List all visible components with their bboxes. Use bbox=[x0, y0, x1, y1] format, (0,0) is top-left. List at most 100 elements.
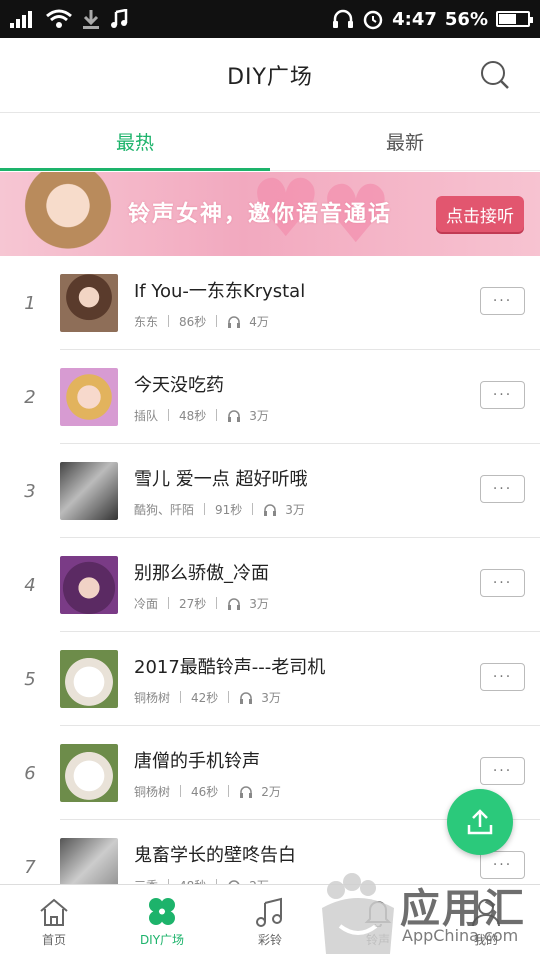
status-right: 4:47 56% bbox=[332, 8, 533, 30]
battery-percent: 56% bbox=[444, 8, 488, 30]
cover-thumbnail bbox=[60, 650, 118, 708]
more-options-button[interactable]: ··· bbox=[480, 757, 525, 785]
more-options-button[interactable]: ··· bbox=[480, 287, 525, 315]
upload-icon bbox=[467, 809, 493, 835]
promo-banner[interactable]: ♥ ♥ 铃声女神，邀你语音通话 点击接听 bbox=[0, 172, 540, 256]
cover-thumbnail bbox=[60, 274, 118, 332]
meta-divider bbox=[216, 315, 218, 327]
headphones-icon bbox=[240, 691, 253, 704]
alarm-icon bbox=[363, 10, 383, 30]
headphones-icon bbox=[228, 315, 241, 328]
play-count: 4万 bbox=[249, 314, 269, 329]
meta-divider bbox=[204, 503, 206, 515]
duration: 86秒 bbox=[179, 314, 207, 329]
app-header: DIY广场 bbox=[0, 38, 540, 113]
play-count: 3万 bbox=[249, 596, 269, 611]
download-icon bbox=[83, 10, 99, 29]
tab-bar: 最热 最新 bbox=[0, 113, 540, 171]
cover-thumbnail bbox=[60, 744, 118, 802]
author-name: 插队 bbox=[134, 408, 159, 423]
meta-divider bbox=[168, 409, 170, 421]
meta-divider bbox=[228, 785, 230, 797]
home-icon bbox=[40, 898, 68, 926]
nav-diy-square[interactable]: DIY广场 bbox=[108, 885, 216, 960]
duration: 42秒 bbox=[191, 690, 219, 705]
duration: 48秒 bbox=[179, 408, 207, 423]
music-note-icon bbox=[111, 9, 128, 28]
meta-divider bbox=[180, 785, 182, 797]
ringtone-meta: 冷面 27秒 3万 bbox=[134, 595, 540, 612]
headphones-icon bbox=[228, 409, 241, 422]
nav-home[interactable]: 首页 bbox=[0, 885, 108, 960]
list-item[interactable]: 3 雪儿 爱一点 超好听哦 酷狗、阡陌 91秒 3万 ··· bbox=[0, 444, 540, 538]
rank-number: 6 bbox=[24, 762, 36, 784]
list-item[interactable]: 1 If You-一东东Krystal 东东 86秒 4万 ··· bbox=[0, 256, 540, 350]
music-note-icon bbox=[256, 897, 282, 927]
duration: 27秒 bbox=[179, 596, 207, 611]
nav-label: 彩铃 bbox=[257, 933, 282, 947]
clover-icon bbox=[149, 898, 175, 925]
tab-hottest[interactable]: 最热 bbox=[0, 113, 270, 171]
status-left-icons bbox=[10, 9, 128, 29]
watermark-logo-icon bbox=[322, 873, 394, 954]
search-icon bbox=[481, 61, 509, 89]
more-options-button[interactable]: ··· bbox=[480, 569, 525, 597]
status-time: 4:47 bbox=[392, 8, 437, 30]
play-count: 3万 bbox=[249, 408, 269, 423]
nav-color-ring[interactable]: 彩铃 bbox=[216, 885, 324, 960]
appchina-watermark: 应用汇 AppChina.com bbox=[318, 862, 540, 960]
headphones-icon bbox=[228, 597, 241, 610]
author-name: 铜杨树 bbox=[134, 690, 171, 705]
duration: 46秒 bbox=[191, 784, 219, 799]
more-options-button[interactable]: ··· bbox=[480, 475, 525, 503]
meta-divider bbox=[216, 597, 218, 609]
meta-divider bbox=[180, 691, 182, 703]
search-button[interactable] bbox=[480, 60, 510, 90]
duration: 91秒 bbox=[215, 502, 243, 517]
rank-number: 1 bbox=[24, 292, 36, 314]
cover-thumbnail bbox=[60, 556, 118, 614]
list-item[interactable]: 5 2017最酷铃声---老司机 铜杨树 42秒 3万 ··· bbox=[0, 632, 540, 726]
ringtone-meta: 酷狗、阡陌 91秒 3万 bbox=[134, 501, 540, 518]
rank-number: 2 bbox=[24, 386, 36, 408]
banner-text: 铃声女神，邀你语音通话 bbox=[128, 202, 393, 227]
author-name: 酷狗、阡陌 bbox=[134, 502, 195, 517]
more-options-button[interactable]: ··· bbox=[480, 381, 525, 409]
play-count: 3万 bbox=[285, 502, 305, 517]
play-count: 3万 bbox=[261, 690, 281, 705]
nav-label: DIY广场 bbox=[139, 933, 185, 947]
ringtone-meta: 插队 48秒 3万 bbox=[134, 407, 540, 424]
ringtone-meta: 铜杨树 42秒 3万 bbox=[134, 689, 540, 706]
upload-button[interactable] bbox=[447, 789, 513, 855]
rank-number: 3 bbox=[24, 480, 36, 502]
list-item[interactable]: 4 别那么骄傲_冷面 冷面 27秒 3万 ··· bbox=[0, 538, 540, 632]
meta-divider bbox=[168, 315, 170, 327]
page-title: DIY广场 bbox=[227, 65, 313, 90]
nav-label: 首页 bbox=[41, 933, 66, 947]
list-item[interactable]: 2 今天没吃药 插队 48秒 3万 ··· bbox=[0, 350, 540, 444]
signal-icon bbox=[10, 11, 32, 28]
meta-divider bbox=[228, 691, 230, 703]
battery-icon bbox=[496, 11, 533, 27]
meta-divider bbox=[168, 597, 170, 609]
author-name: 冷面 bbox=[134, 596, 159, 611]
watermark-url: AppChina.com bbox=[402, 926, 519, 945]
tab-newest[interactable]: 最新 bbox=[270, 113, 540, 170]
meta-divider bbox=[252, 503, 254, 515]
ringtone-meta: 东东 86秒 4万 bbox=[134, 313, 540, 330]
meta-divider bbox=[216, 409, 218, 421]
banner-portrait bbox=[18, 172, 118, 256]
play-count: 2万 bbox=[261, 784, 281, 799]
rank-number: 7 bbox=[24, 856, 36, 878]
author-name: 铜杨树 bbox=[134, 784, 171, 799]
more-options-button[interactable]: ··· bbox=[480, 663, 525, 691]
status-bar: 4:47 56% bbox=[0, 0, 540, 38]
cover-thumbnail bbox=[60, 368, 118, 426]
answer-call-button[interactable]: 点击接听 bbox=[436, 196, 524, 232]
cover-thumbnail bbox=[60, 462, 118, 520]
author-name: 东东 bbox=[134, 314, 159, 329]
headphones-icon bbox=[240, 785, 253, 798]
headphones-icon bbox=[333, 9, 354, 28]
headphones-icon bbox=[264, 503, 277, 516]
rank-number: 5 bbox=[24, 668, 36, 690]
